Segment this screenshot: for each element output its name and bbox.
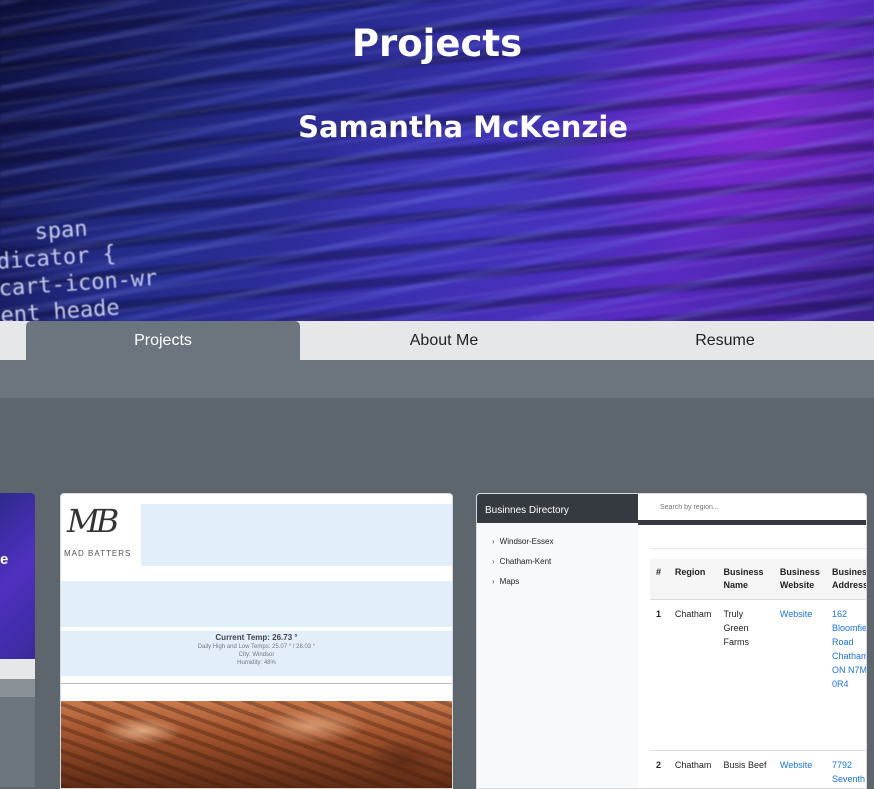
- cell-name: Busis Beef: [717, 750, 774, 788]
- website-link[interactable]: Website: [773, 599, 826, 751]
- business-table: # Region Business Name Business Website …: [650, 559, 866, 788]
- address-link[interactable]: 162 Bloomfield Road Chatham, ON N7M 0R4: [825, 599, 866, 751]
- chevron-right-icon: ›: [492, 557, 495, 566]
- mad-batters-logo: MB MAD BATTERS: [61, 494, 141, 568]
- hero-code-text: span dicator { cart-icon-wr ent heade: [0, 216, 159, 321]
- cell-index: 2: [650, 750, 669, 788]
- table-row: 2 Chatham Busis Beef Website 7792 Sevent…: [650, 750, 866, 788]
- logo-name: MAD BATTERS: [64, 549, 132, 558]
- chevron-right-icon: ›: [492, 577, 495, 586]
- website-link[interactable]: Website: [773, 750, 826, 788]
- cell-region: Chatham: [668, 750, 718, 788]
- thumbnail-text: e: [0, 551, 9, 568]
- table-row: 1 Chatham Truly Green Farms Website 162 …: [650, 599, 866, 751]
- address-link[interactable]: 7792 Seventh Line: [825, 750, 866, 788]
- column-header: #: [650, 559, 669, 600]
- table-header-row: # Region Business Name Business Website …: [650, 559, 866, 600]
- search-input[interactable]: [658, 503, 866, 512]
- directory-search-bar: [638, 494, 866, 525]
- directory-main: # Region Business Name Business Website …: [638, 525, 866, 788]
- project-card-business-directory[interactable]: Businnes Directory › Windsor-Essex › Chath…: [476, 493, 867, 789]
- project-thumbnail: e: [0, 493, 35, 659]
- cell-name: Truly Green Farms: [717, 599, 774, 751]
- nav-subbar: [0, 360, 874, 398]
- main-nav: Projects About Me Resume: [0, 321, 874, 360]
- sidebar-item-maps[interactable]: › Maps: [492, 577, 519, 586]
- divider: [61, 683, 452, 684]
- column-header: Business Website: [773, 559, 826, 600]
- column-header: Business Address: [825, 559, 866, 600]
- page-title: Projects: [351, 22, 523, 65]
- tab-projects[interactable]: Projects: [26, 321, 300, 360]
- tab-about-me[interactable]: About Me: [304, 321, 584, 360]
- directory-header: Businnes Directory: [477, 494, 638, 523]
- project-card-partial[interactable]: e: [0, 493, 35, 787]
- sidebar-item-chatham-kent[interactable]: › Chatham-Kent: [492, 557, 551, 566]
- column-header: Business Name: [717, 559, 774, 600]
- sidebar-item-label: Maps: [499, 577, 520, 586]
- weather-temp: Current Temp: 26.73 °: [215, 633, 298, 642]
- chevron-right-icon: ›: [492, 537, 495, 546]
- cell-index: 1: [650, 599, 669, 751]
- weather-panel: Current Temp: 26.73 ° Daily High and Low…: [61, 631, 452, 676]
- table-viewport: # Region Business Name Business Website …: [638, 525, 866, 788]
- sidebar-item-label: Chatham-Kent: [499, 557, 552, 566]
- weather-city: City: Windsor: [238, 652, 275, 658]
- tab-resume[interactable]: Resume: [584, 321, 866, 360]
- card-footer: [0, 659, 35, 679]
- banner-panel: [61, 581, 452, 627]
- brownie-photo: [61, 701, 452, 788]
- card-footer-strip: [0, 679, 35, 697]
- project-card-mad-batters[interactable]: MB MAD BATTERS Current Temp: 26.73 ° Dai…: [60, 493, 453, 789]
- header-panel: [141, 504, 452, 566]
- sidebar-item-label: Windsor-Essex: [499, 537, 554, 546]
- logo-script: MB: [67, 502, 119, 540]
- weather-high-low: Daily High and Low Temps: 25.07 ° / 28.0…: [197, 644, 316, 650]
- cell-region: Chatham: [668, 599, 718, 751]
- author-name: Samantha McKenzie: [298, 110, 628, 144]
- hero-banner: span dicator { cart-icon-wr ent heade Pr…: [0, 0, 874, 321]
- weather-humidity: Humidity: 48%: [237, 660, 276, 666]
- directory-sidebar: › Windsor-Essex › Chatham-Kent › Maps: [477, 523, 638, 788]
- sidebar-item-windsor-essex[interactable]: › Windsor-Essex: [492, 537, 553, 546]
- column-header: Region: [668, 559, 718, 600]
